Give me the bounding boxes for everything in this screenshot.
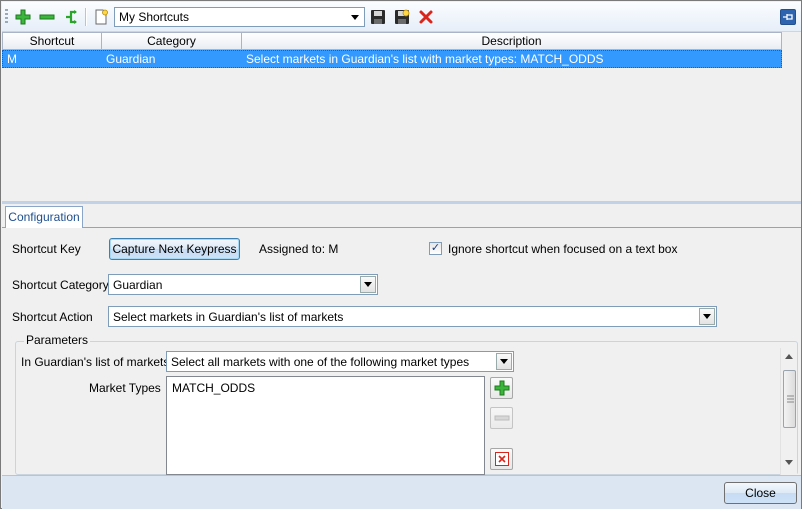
parameters-legend: Parameters bbox=[24, 333, 91, 347]
branch-icon bbox=[66, 10, 77, 24]
shortcut-key-label: Shortcut Key bbox=[12, 242, 81, 256]
chevron-down-icon bbox=[360, 276, 376, 293]
market-types-label: Market Types bbox=[89, 381, 161, 395]
chevron-down-icon bbox=[496, 353, 512, 370]
floppy-disk-new-icon bbox=[395, 9, 410, 24]
guardian-list-label: In Guardian's list of markets: bbox=[21, 355, 173, 369]
new-document-icon bbox=[95, 9, 108, 25]
column-header-description[interactable]: Description bbox=[242, 32, 782, 50]
table-row[interactable]: M Guardian Select markets in Guardian's … bbox=[2, 50, 782, 68]
cell-shortcut: M bbox=[7, 52, 17, 66]
cell-category: Guardian bbox=[106, 52, 156, 66]
toolbar-grip[interactable] bbox=[5, 9, 8, 25]
vertical-scrollbar[interactable] bbox=[780, 348, 797, 475]
add-shortcut-button[interactable] bbox=[13, 7, 33, 27]
column-header-shortcut[interactable]: Shortcut bbox=[2, 32, 102, 50]
minus-icon bbox=[39, 14, 55, 20]
red-x-icon bbox=[494, 452, 509, 466]
delete-shortcut-set-button[interactable] bbox=[416, 7, 436, 27]
red-x-icon bbox=[419, 10, 433, 24]
shortcut-set-value: My Shortcuts bbox=[119, 10, 190, 24]
ignore-textbox-checkbox[interactable]: ✓ bbox=[429, 242, 442, 255]
clear-market-types-button[interactable] bbox=[490, 448, 513, 470]
shortcut-action-dropdown[interactable]: Select markets in Guardian's list of mar… bbox=[108, 306, 717, 327]
plus-icon bbox=[494, 380, 509, 396]
shortcut-category-label: Shortcut Category bbox=[12, 278, 109, 292]
cell-description: Select markets in Guardian's list with m… bbox=[246, 52, 604, 66]
floppy-disk-icon bbox=[371, 10, 385, 24]
scroll-down-arrow-icon[interactable] bbox=[785, 460, 793, 465]
tab-strip: Configuration bbox=[2, 204, 801, 229]
tab-configuration[interactable]: Configuration bbox=[5, 206, 83, 229]
pin-icon bbox=[783, 14, 793, 20]
shortcut-action-value: Select markets in Guardian's list of mar… bbox=[113, 310, 344, 324]
ignore-textbox-label: Ignore shortcut when focused on a text b… bbox=[448, 242, 678, 256]
assigned-to-text: Assigned to: M bbox=[259, 242, 339, 256]
market-types-list[interactable]: MATCH_ODDS bbox=[166, 376, 485, 475]
duplicate-shortcut-button[interactable] bbox=[61, 7, 81, 27]
dialog-footer: Close bbox=[2, 475, 801, 509]
shortcuts-grid: Shortcut Category Description M Guardian… bbox=[2, 32, 801, 201]
minus-icon bbox=[494, 415, 509, 421]
guardian-list-value: Select all markets with one of the follo… bbox=[171, 355, 470, 369]
shortcut-category-dropdown[interactable]: Guardian bbox=[108, 274, 378, 295]
new-shortcut-set-button[interactable] bbox=[91, 7, 111, 27]
checkmark-icon: ✓ bbox=[430, 242, 441, 254]
close-button[interactable]: Close bbox=[724, 482, 797, 504]
remove-market-type-button[interactable] bbox=[490, 407, 513, 429]
list-item[interactable]: MATCH_ODDS bbox=[172, 381, 255, 395]
add-market-type-button[interactable] bbox=[490, 377, 513, 399]
shortcut-set-dropdown[interactable]: My Shortcuts bbox=[114, 7, 365, 27]
plus-icon bbox=[15, 9, 31, 25]
toolbar-separator bbox=[85, 8, 86, 26]
save-button[interactable] bbox=[368, 7, 388, 27]
shortcuts-window: My Shortcuts Shortcut Category Descripti… bbox=[0, 0, 802, 509]
configuration-panel: Shortcut Key Capture Next Keypress Assig… bbox=[2, 228, 801, 475]
shortcut-category-value: Guardian bbox=[113, 278, 163, 292]
scroll-up-arrow-icon[interactable] bbox=[785, 354, 793, 359]
shortcut-action-label: Shortcut Action bbox=[12, 310, 93, 324]
guardian-list-dropdown[interactable]: Select all markets with one of the follo… bbox=[166, 351, 514, 372]
save-as-button[interactable] bbox=[392, 7, 412, 27]
pin-window-button[interactable] bbox=[780, 9, 796, 25]
chevron-down-icon bbox=[347, 9, 363, 26]
toolbar: My Shortcuts bbox=[2, 2, 801, 32]
scrollbar-thumb[interactable] bbox=[783, 370, 796, 428]
column-header-category[interactable]: Category bbox=[102, 32, 242, 50]
remove-shortcut-button[interactable] bbox=[37, 7, 57, 27]
grid-header: Shortcut Category Description bbox=[2, 32, 782, 50]
chevron-down-icon bbox=[699, 308, 715, 325]
capture-keypress-button[interactable]: Capture Next Keypress bbox=[109, 238, 240, 260]
